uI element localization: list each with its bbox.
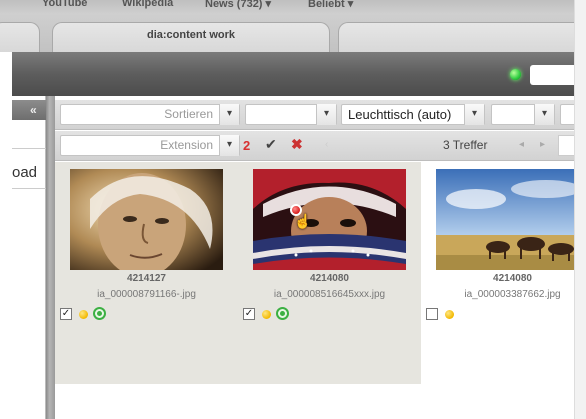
- page-prev-icon[interactable]: ◂: [519, 139, 524, 150]
- thumbnail-size-select[interactable]: ▾: [491, 104, 555, 125]
- asset-checkbox[interactable]: [426, 308, 438, 320]
- chevron-down-icon: ▾: [219, 135, 239, 156]
- page-next-icon[interactable]: ▸: [540, 139, 545, 150]
- status-green-icon[interactable]: [93, 307, 106, 320]
- status-yellow-icon: [445, 310, 454, 319]
- asset-thumbnail[interactable]: ☝: [253, 169, 406, 270]
- deselect-all-icon[interactable]: ✖: [291, 136, 303, 153]
- collapse-panel-icon[interactable]: «: [30, 103, 37, 117]
- left-panel-header: «: [12, 100, 46, 120]
- chevron-down-icon: ▾: [219, 104, 239, 125]
- sort-select[interactable]: Sortieren ▾: [60, 104, 240, 125]
- sort-toolbar: Sortieren ▾ ▾ Leuchttisch (auto) ▾ ▾: [55, 100, 586, 130]
- bookmark-youtube[interactable]: YouTube: [42, 0, 87, 9]
- panel-splitter[interactable]: [46, 96, 55, 419]
- status-yellow-icon: [262, 310, 271, 319]
- left-panel-item-label[interactable]: oad: [12, 164, 37, 181]
- browser-tab-active[interactable]: dia:content work: [52, 22, 330, 52]
- browser-tab-previous[interactable]: [0, 22, 40, 52]
- asset-id: 4214080: [310, 273, 349, 284]
- bookmarks-bar: YouTube Wikipedia News (732) ▾ Beliebt ▾: [0, 0, 586, 14]
- left-panel: « oad: [12, 96, 46, 419]
- bookmark-wikipedia[interactable]: Wikipedia: [122, 0, 173, 9]
- filter-toolbar: Extension ▾ 2 ✔ ✖ ‹ 3 Treffer ◂ ▸: [55, 131, 586, 161]
- browser-tab-strip: dia:content work: [0, 14, 586, 52]
- bookmark-news[interactable]: News (732) ▾: [205, 0, 271, 10]
- hand-cursor-icon: ☝: [294, 213, 312, 229]
- window-right-edge: [574, 0, 586, 419]
- asset-card[interactable]: ☝ 4214080 ia_000008516645xxx.jpg ✓: [238, 162, 421, 384]
- asset-card[interactable]: 4214127 ia_000008791166-.jpg ✓: [55, 162, 238, 384]
- chevron-down-icon: ▾: [464, 104, 484, 125]
- view-mode-value: Leuchttisch (auto): [348, 107, 452, 122]
- asset-id: 4214127: [127, 273, 166, 284]
- extension-select-placeholder: Extension: [160, 138, 213, 152]
- connection-status-icon: [510, 69, 521, 80]
- asset-filename: ia_000003387662.jpg: [464, 289, 561, 300]
- left-panel-divider: [12, 188, 46, 189]
- select-all-icon[interactable]: ✔: [265, 136, 277, 153]
- browser-tab-new[interactable]: [338, 22, 586, 52]
- view-mode-select[interactable]: Leuchttisch (auto) ▾: [341, 104, 485, 125]
- asset-checkbox[interactable]: ✓: [243, 308, 255, 320]
- bookmark-beliebt[interactable]: Beliebt ▾: [308, 0, 353, 10]
- asset-thumbnail[interactable]: [70, 169, 223, 270]
- asset-id: 4214080: [493, 273, 532, 284]
- status-green-icon[interactable]: [276, 307, 289, 320]
- previous-icon[interactable]: ‹: [325, 139, 328, 150]
- asset-filename: ia_000008516645xxx.jpg: [273, 289, 386, 300]
- asset-card[interactable]: 4214080 ia_000003387662.jpg: [421, 162, 586, 384]
- sort-order-select[interactable]: ▾: [245, 104, 337, 125]
- chevron-down-icon: ▾: [316, 104, 336, 125]
- asset-checkbox[interactable]: ✓: [60, 308, 72, 320]
- hit-count: 3 Treffer: [443, 138, 488, 152]
- status-yellow-icon: [79, 310, 88, 319]
- chevron-down-icon: ▾: [534, 104, 554, 125]
- app-toolbar: [12, 52, 586, 96]
- sort-select-placeholder: Sortieren: [164, 107, 213, 121]
- selection-count: 2: [243, 138, 251, 153]
- left-panel-divider: [12, 148, 46, 149]
- asset-grid: 4214127 ia_000008791166-.jpg ✓ ☝ 4214080…: [55, 162, 586, 419]
- extension-select[interactable]: Extension ▾: [60, 135, 240, 156]
- asset-thumbnail[interactable]: [436, 169, 586, 270]
- asset-filename: ia_000008791166-.jpg: [97, 289, 196, 300]
- browser-tab-title: dia:content work: [146, 29, 235, 41]
